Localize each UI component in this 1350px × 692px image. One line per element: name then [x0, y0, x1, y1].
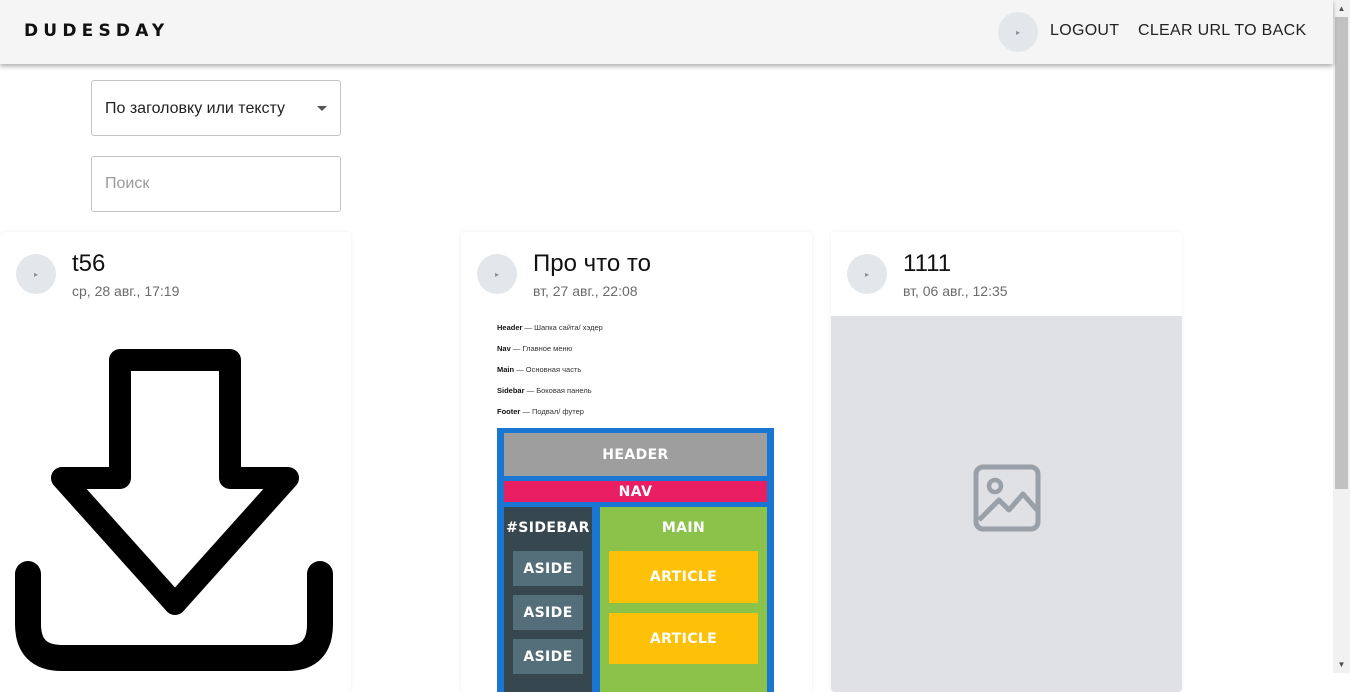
layout-sidebar-label: #SIDEBAR	[506, 520, 590, 536]
avatar-placeholder-icon: ▸	[864, 269, 869, 279]
layout-nav-block: NAV	[504, 481, 767, 502]
app-bar: DUDESDAY ▸ LOGOUT CLEAR URL TO BACK	[0, 0, 1333, 64]
avatar-placeholder-icon: ▸	[1015, 27, 1020, 37]
search-input[interactable]	[91, 156, 341, 212]
legend-item: Header — Шапка сайта/ хэдер	[497, 323, 603, 332]
card-date: ср, 28 авг., 17:19	[72, 283, 180, 299]
avatar-placeholder-icon: ▸	[33, 269, 38, 279]
author-avatar: ▸	[477, 254, 517, 294]
card-image	[0, 316, 351, 692]
search-mode-select[interactable]: По заголовку или тексту	[91, 80, 341, 136]
card-date: вт, 27 авг., 22:08	[533, 283, 638, 299]
layout-header-block: HEADER	[504, 433, 767, 476]
author-avatar: ▸	[16, 254, 56, 294]
card-image-placeholder	[831, 316, 1182, 692]
post-card[interactable]: ▸ Про что то вт, 27 авг., 22:08 Header —…	[461, 232, 812, 692]
scroll-thumb[interactable]	[1335, 17, 1348, 489]
author-avatar: ▸	[847, 254, 887, 294]
avatar-placeholder-icon: ▸	[494, 269, 499, 279]
legend-item: Footer — Подвал/ футер	[497, 407, 584, 416]
card-title: Про что то	[533, 250, 651, 277]
caret-down-icon	[317, 106, 327, 111]
card-title: 1111	[903, 250, 952, 277]
legend-item: Sidebar — Боковая панель	[497, 386, 592, 395]
card-image-layout-diagram: Header — Шапка сайта/ хэдер Nav — Главно…	[461, 316, 812, 692]
layout-aside-block: ASIDE	[513, 639, 583, 674]
card-date: вт, 06 авг., 12:35	[903, 283, 1008, 299]
layout-article-block: ARTICLE	[609, 613, 758, 664]
user-avatar[interactable]: ▸	[998, 12, 1038, 52]
legend-item: Nav — Главное меню	[497, 344, 573, 353]
search-mode-value: По заголовку или тексту	[105, 100, 286, 117]
layout-article-block: ARTICLE	[609, 551, 758, 603]
scroll-down-arrow-icon[interactable]: ▼	[1333, 656, 1350, 673]
brand-logo[interactable]: DUDESDAY	[24, 21, 169, 41]
legend-item: Main — Основная часть	[497, 365, 582, 374]
logout-button[interactable]: LOGOUT	[1050, 22, 1119, 40]
post-card[interactable]: ▸ 1111 вт, 06 авг., 12:35	[831, 232, 1182, 692]
clear-url-button[interactable]: CLEAR URL TO BACK	[1138, 22, 1306, 40]
card-title: t56	[72, 250, 106, 277]
layout-aside-block: ASIDE	[513, 551, 583, 586]
layout-aside-block: ASIDE	[513, 595, 583, 630]
post-card[interactable]: ▸ t56 ср, 28 авг., 17:19	[0, 232, 351, 692]
page-scrollbar[interactable]: ▲ ▼	[1333, 0, 1350, 673]
image-placeholder-icon	[973, 464, 1040, 532]
scroll-up-arrow-icon[interactable]: ▲	[1333, 0, 1350, 17]
download-icon	[15, 349, 333, 671]
layout-main-label: MAIN	[661, 520, 706, 536]
